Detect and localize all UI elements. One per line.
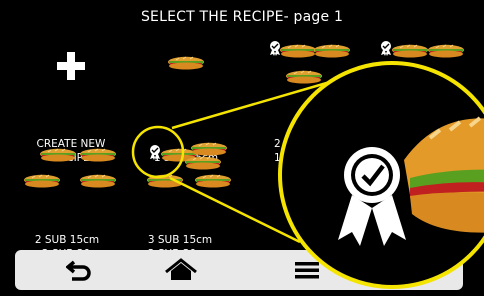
back-button[interactable]: [40, 250, 120, 290]
home-icon: [165, 258, 197, 280]
recipe-tile-3-sub[interactable]: 3 SUB 15cm 2 SUB 30cm: [125, 136, 235, 261]
sandwich-icon: [269, 40, 350, 84]
home-button[interactable]: [141, 250, 221, 290]
menu-button[interactable]: [267, 250, 347, 290]
sandwich-icon: [146, 142, 232, 188]
recipe-tile-hidden[interactable]: m: [358, 40, 468, 165]
page-title: SELECT THE RECIPE- page 1: [140, 9, 344, 25]
forward-arrow-icon: [398, 260, 423, 280]
recipe-tile-2-sub-30[interactable]: 2 SUB 15cm or 2 SUB 30cm: [12, 136, 122, 261]
recipe-tile-2-sub[interactable]: 2 SUB 1 SU: [240, 40, 350, 165]
back-arrow-icon: [66, 260, 91, 281]
sandwich-icon: [23, 148, 117, 188]
forward-button[interactable]: [370, 250, 450, 290]
sandwich-icon: [380, 40, 465, 84]
recipe-selection-screen: SELECT THE RECIPE- page 1 CREATE NEW REC…: [0, 0, 484, 296]
menu-icon: [295, 262, 319, 279]
sandwich-icon: [167, 56, 205, 70]
recipe-label: m: [447, 152, 458, 164]
plus-icon: [57, 52, 85, 80]
navigation-bar: [15, 250, 463, 290]
